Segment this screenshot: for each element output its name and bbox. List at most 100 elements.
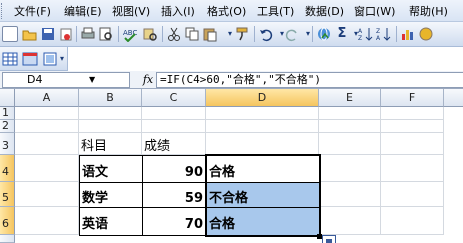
toolbar-separator	[162, 26, 163, 42]
cell-b2[interactable]	[79, 120, 142, 133]
cell-d6[interactable]: 合格	[206, 207, 320, 236]
svg-text:A: A	[376, 35, 381, 42]
toolbar-separator	[396, 26, 397, 42]
name-box[interactable]: D4 ▼	[2, 72, 130, 88]
cell-d2[interactable]	[206, 120, 319, 133]
format-painter-icon[interactable]	[234, 26, 250, 42]
secondary-toolbar: ▾	[0, 47, 68, 71]
toolbar-grid-icon[interactable]	[42, 51, 58, 67]
cell-d5[interactable]: 不合格	[206, 182, 320, 208]
cell-c4[interactable]: 90	[142, 155, 207, 183]
svg-text:Z: Z	[376, 28, 380, 35]
toolbar-separator	[312, 26, 313, 42]
row-header-1[interactable]: 1	[0, 107, 15, 120]
insert-function-icon[interactable]: fx	[140, 72, 156, 88]
cell-a4[interactable]	[15, 155, 79, 182]
cell-a2[interactable]	[15, 120, 79, 133]
cell-c2[interactable]	[142, 120, 206, 133]
menu-file[interactable]: 文件(F)	[14, 4, 51, 19]
menu-bar: 文件(F) 编辑(E) 视图(V) 插入(I) 格式(O) 工具(T) 数据(D…	[0, 0, 463, 22]
print-icon[interactable]	[80, 26, 96, 42]
new-icon[interactable]	[2, 26, 18, 42]
redo-icon[interactable]	[284, 26, 300, 42]
cell-e6[interactable]	[319, 207, 381, 235]
chart-wizard-icon[interactable]	[400, 26, 416, 42]
select-all-corner[interactable]	[0, 89, 15, 107]
sort-descending-icon[interactable]: ZA	[376, 26, 392, 42]
cell-c5[interactable]: 59	[142, 182, 207, 208]
cell-d4[interactable]: 合格	[206, 155, 320, 183]
cell-b6[interactable]: 英语	[79, 207, 143, 236]
toolbar-window-icon[interactable]	[22, 51, 38, 67]
sort-ascending-icon[interactable]: AZ	[358, 26, 374, 42]
cell-d1[interactable]	[206, 107, 319, 120]
auto-fill-options-icon[interactable]	[322, 235, 336, 243]
row-header-5[interactable]: 5	[0, 182, 15, 207]
redo-dropdown-icon[interactable]: ▾	[300, 26, 316, 42]
row-header-3[interactable]: 3	[0, 133, 15, 155]
menu-window[interactable]: 窗口(W)	[354, 4, 395, 19]
menu-help[interactable]: 帮助(H)	[409, 4, 448, 19]
cell-c1[interactable]	[142, 107, 206, 120]
row-header-4[interactable]: 4	[0, 155, 15, 182]
cell-e5[interactable]	[319, 182, 381, 207]
cell-b5[interactable]: 数学	[79, 182, 143, 208]
cell-f5[interactable]	[381, 182, 444, 207]
cell-f6[interactable]	[381, 207, 444, 235]
cell-c6[interactable]: 70	[142, 207, 207, 236]
column-header-c[interactable]: C	[142, 89, 206, 107]
cell-d3[interactable]	[206, 133, 319, 155]
cell-c3[interactable]: 成绩	[142, 133, 206, 155]
cell-a1[interactable]	[15, 107, 79, 120]
menu-data[interactable]: 数据(D)	[305, 4, 344, 19]
menu-view[interactable]: 视图(V)	[112, 4, 150, 19]
open-icon[interactable]	[22, 26, 38, 42]
cut-icon[interactable]	[166, 26, 182, 42]
menu-grip-icon[interactable]	[1, 3, 4, 19]
column-header-f[interactable]: F	[381, 89, 444, 107]
cell-f1[interactable]	[381, 107, 444, 120]
standard-toolbar: ABC ▾ ▾ ▾ Σ ▾ AZ ZA	[0, 22, 463, 47]
cell-e2[interactable]	[319, 120, 381, 133]
cell-a3[interactable]	[15, 133, 79, 155]
cell-f4[interactable]	[381, 155, 444, 182]
cell-b1[interactable]	[79, 107, 142, 120]
column-header-b[interactable]: B	[79, 89, 142, 107]
row-header-7[interactable]	[0, 235, 15, 243]
column-header-g[interactable]	[444, 89, 463, 107]
paste-icon[interactable]	[202, 26, 218, 42]
menu-format[interactable]: 格式(O)	[207, 4, 246, 19]
cell-b4[interactable]: 语文	[79, 155, 143, 183]
toolbar-table-icon[interactable]	[2, 51, 18, 67]
cell-f2[interactable]	[381, 120, 444, 133]
column-header-a[interactable]: A	[15, 89, 79, 107]
menu-insert[interactable]: 插入(I)	[161, 4, 195, 19]
research-icon[interactable]	[142, 26, 158, 42]
menu-edit[interactable]: 编辑(E)	[64, 4, 102, 19]
copy-icon[interactable]	[184, 26, 200, 42]
formula-input[interactable]: =IF(C4>60,"合格","不合格")	[156, 72, 463, 88]
formula-bar: D4 ▼ fx =IF(C4>60,"合格","不合格")	[0, 71, 463, 89]
row-header-6[interactable]: 6	[0, 207, 15, 235]
row-header-2[interactable]: 2	[0, 120, 15, 133]
drawing-icon[interactable]	[418, 26, 434, 42]
toolbar-options-icon[interactable]: ▾	[58, 51, 66, 67]
column-header-d[interactable]: D	[206, 89, 319, 107]
cell-b3[interactable]: 科目	[79, 133, 142, 155]
svg-text:Z: Z	[358, 35, 362, 42]
cell-e4[interactable]	[319, 155, 381, 182]
cell-a6[interactable]	[15, 207, 79, 235]
spelling-icon[interactable]: ABC	[122, 26, 138, 42]
permission-icon[interactable]	[58, 26, 74, 42]
name-box-dropdown-icon[interactable]: ▼	[89, 73, 95, 87]
cell-e3[interactable]	[319, 133, 381, 155]
hyperlink-icon[interactable]	[316, 26, 332, 42]
save-icon[interactable]	[40, 26, 56, 42]
cell-a5[interactable]	[15, 182, 79, 207]
undo-icon[interactable]	[258, 26, 274, 42]
column-header-e[interactable]: E	[319, 89, 381, 107]
menu-tools[interactable]: 工具(T)	[257, 4, 294, 19]
print-preview-icon[interactable]	[98, 26, 114, 42]
cell-f3[interactable]	[381, 133, 444, 155]
cell-e1[interactable]	[319, 107, 381, 120]
